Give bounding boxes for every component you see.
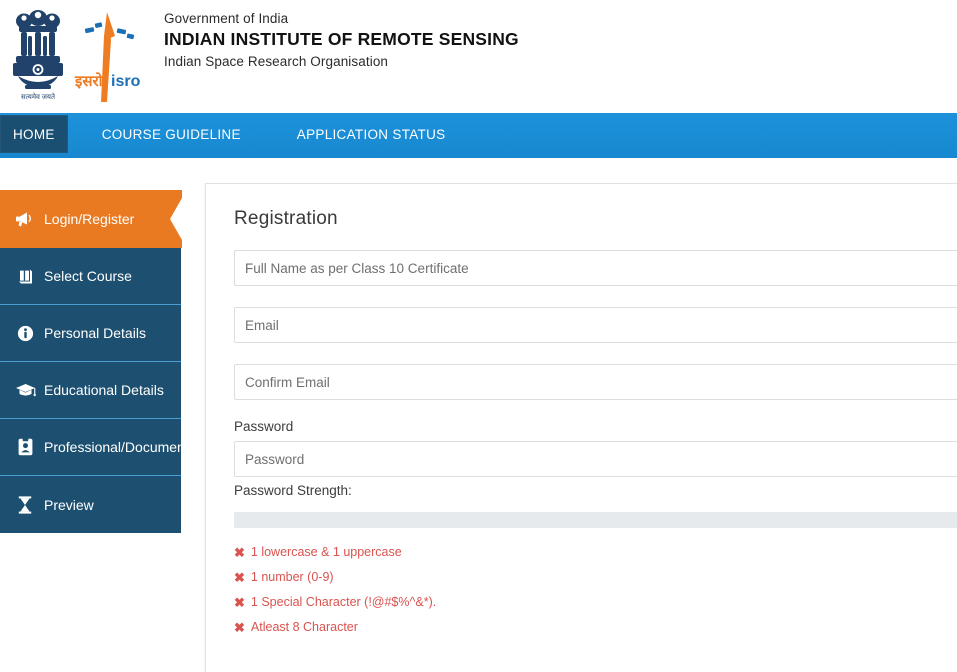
sidebar-item-preview-label: Preview [44,496,94,513]
india-state-emblem-icon: सत्यमेव जयते [6,4,70,104]
password-rule-item: ✖ 1 Special Character (!@#$%^&*). [234,590,957,615]
info-circle-icon [10,325,40,342]
sidebar-item-select-course[interactable]: Select Course [0,248,181,305]
full-name-placeholder: Full Name as per Class 10 Certificate [245,260,469,276]
page-root: सत्यमेव जयते इसरो isro Government of Ind… [0,0,957,672]
password-rule-item: ✖ 1 lowercase & 1 uppercase [234,540,957,565]
confirm-email-input[interactable]: Confirm Email [234,364,957,400]
password-rule-item: ✖ 1 number (0-9) [234,565,957,590]
active-item-notch [160,190,182,248]
cross-icon: ✖ [234,545,245,560]
isro-hindi-label: इसरो [74,72,104,90]
main-navbar: HOME COURSE GUIDELINE APPLICATION STATUS [0,113,957,158]
svg-text:सत्यमेव जयते: सत्यमेव जयते [21,92,56,101]
sidebar-item-preview[interactable]: Preview [0,476,181,533]
cross-icon: ✖ [234,620,245,635]
sidebar-item-personal-details[interactable]: Personal Details [0,305,181,362]
nav-item-course-guideline-label: COURSE GUIDELINE [101,126,241,142]
password-rule-item: ✖ Atleast 8 Character [234,615,957,640]
site-header: सत्यमेव जयते इसरो isro Government of Ind… [0,0,957,112]
cross-icon: ✖ [234,570,245,585]
full-name-input[interactable]: Full Name as per Class 10 Certificate [234,250,957,286]
password-rule-label: Atleast 8 Character [250,620,358,634]
nav-item-application-status-label: APPLICATION STATUS [296,126,446,142]
sidebar-item-personal-details-label: Personal Details [44,325,146,341]
password-rule-label: 1 lowercase & 1 uppercase [250,545,402,559]
page-body: Login/Register Select Course Personal De… [0,158,957,672]
nav-item-course-guideline[interactable]: COURSE GUIDELINE [88,115,255,153]
megaphone-icon [10,211,40,228]
password-strength-bar [234,512,957,528]
header-titles: Government of India INDIAN INSTITUTE OF … [164,10,519,71]
book-icon [10,268,40,285]
isro-latin-label: isro [111,73,141,90]
password-rule-label: 1 Special Character (!@#$%^&*). [250,595,437,609]
email-placeholder: Email [245,317,279,333]
government-of-india-label: Government of India [164,11,289,26]
password-input[interactable]: Password [234,441,957,477]
sidebar-item-educational-details[interactable]: Educational Details [0,362,181,419]
sidebar-nav: Login/Register Select Course Personal De… [0,190,196,533]
registration-panel: Registration Full Name as per Class 10 C… [205,183,957,672]
graduation-cap-icon [10,382,40,398]
nav-item-home-label: HOME [13,126,55,142]
password-rule-label: 1 number (0-9) [250,570,334,584]
id-badge-icon [10,438,40,456]
sidebar-item-login-register[interactable]: Login/Register [0,190,182,248]
password-strength-label: Password Strength: [234,483,352,498]
organisation-label: Indian Space Research Organisation [164,54,389,69]
cross-icon: ✖ [234,595,245,610]
email-input[interactable]: Email [234,307,957,343]
isro-logo-icon: इसरो isro [70,4,148,104]
password-label: Password [234,419,294,434]
sidebar-item-select-course-label: Select Course [44,268,132,284]
sidebar-item-professional-documents-label: Professional/Documents [44,439,196,455]
sidebar-item-educational-details-label: Educational Details [44,382,164,398]
nav-item-application-status[interactable]: APPLICATION STATUS [283,115,460,153]
password-placeholder: Password [245,451,305,467]
confirm-email-placeholder: Confirm Email [245,374,330,390]
nav-item-home[interactable]: HOME [0,115,68,153]
password-rules-list: ✖ 1 lowercase & 1 uppercase ✖ 1 number (… [234,540,957,640]
sidebar-item-professional-documents[interactable]: Professional/Documents [0,419,196,476]
sidebar-item-login-register-label: Login/Register [44,211,135,227]
hourglass-icon [10,495,40,514]
page-title: Registration [234,208,338,229]
institute-name-label: INDIAN INSTITUTE OF REMOTE SENSING [164,29,519,49]
